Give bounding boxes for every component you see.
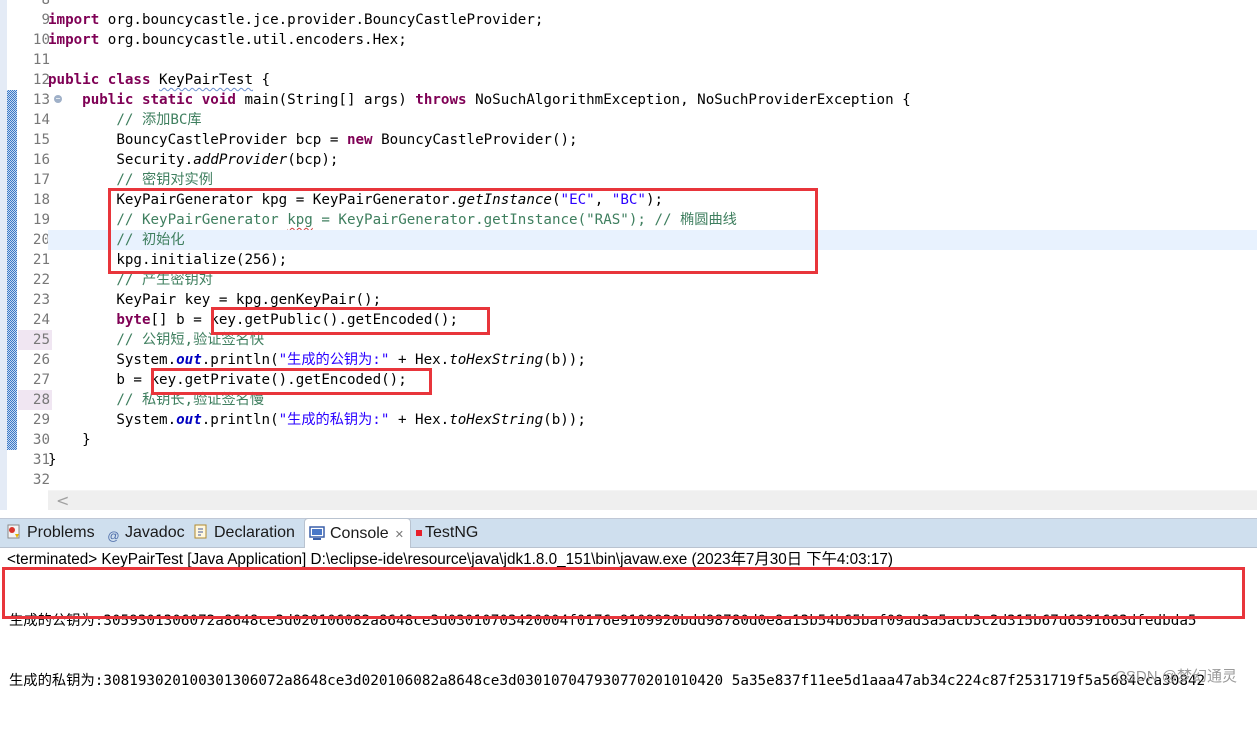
tab-javadoc[interactable]: @ Javadoc — [107, 519, 184, 547]
line-number: 26 — [7, 350, 52, 370]
console-output[interactable]: 生成的公钥为:3059301306072a8648ce3d020106082a8… — [9, 571, 1205, 731]
code-line-26: System.out.println("生成的公钥为:" + Hex.toHex… — [116, 352, 586, 368]
line-number: 20 — [7, 230, 52, 250]
code-line-20-current: // 初始化 — [48, 230, 1257, 250]
line-number: 28 — [7, 390, 52, 410]
line-number: 22 — [7, 270, 52, 290]
code-line-31: } — [48, 452, 57, 468]
line-number: 17 — [7, 170, 52, 190]
spelling-warning: kpg — [287, 212, 313, 228]
problems-icon — [6, 522, 22, 539]
tab-declaration[interactable]: Declaration — [193, 519, 295, 547]
code-line-29: System.out.println("生成的私钥为:" + Hex.toHex… — [116, 412, 586, 428]
line-number: 18 — [7, 190, 52, 210]
code-line-9: import org.bouncycastle.jce.provider.Bou… — [48, 12, 544, 28]
line-number: 11 — [32, 52, 50, 68]
panel-tab-bar: Problems @ Javadoc Declaration Console ✕ T… — [0, 518, 1257, 548]
code-line-14: // 添加BC库 — [116, 112, 202, 128]
class-name-warning: KeyPairTest — [159, 72, 254, 88]
line-number: 13− — [7, 90, 62, 110]
code-line-19: // KeyPairGenerator kpg = KeyPairGenerat… — [116, 212, 737, 228]
line-number: 10 — [32, 32, 50, 48]
scroll-left-icon[interactable]: < — [56, 491, 69, 511]
close-console-icon[interactable]: ✕ — [395, 529, 404, 541]
line-number: 30 — [7, 430, 52, 450]
code-line-13: public static void main(String[] args) t… — [82, 92, 911, 108]
horizontal-scrollbar[interactable]: < — [48, 490, 1257, 511]
line-number: 14 — [7, 110, 52, 130]
line-number: 21 — [7, 250, 52, 270]
code-editor[interactable]: 8 9 10 11 12 13−14 15 16 17 18 19 20 21 22 23 24 25 26 27 2… — [7, 0, 1257, 511]
code-line-12: public class KeyPairTest { — [48, 72, 271, 88]
code-line-16: Security.addProvider(bcp); — [116, 152, 339, 168]
line-number: 25 — [7, 330, 52, 350]
line-number: 32 — [32, 472, 50, 488]
code-area[interactable]: import org.bouncycastle.jce.provider.Bou… — [48, 0, 1257, 490]
console-output-line: 生成的私钥为:308193020100301306072a8648ce3d020… — [9, 673, 1206, 689]
declaration-icon — [193, 522, 209, 539]
code-line-22: // 产生密钥对 — [116, 272, 213, 288]
code-line-17: // 密钥对实例 — [116, 172, 213, 188]
console-status: <terminated> KeyPairTest [Java Applicati… — [7, 551, 894, 568]
testng-icon — [416, 530, 422, 536]
line-number: 31 — [32, 452, 50, 468]
line-number: 19 — [7, 210, 52, 230]
console-output-line: 生成的公钥为:3059301306072a8648ce3d020106082a8… — [9, 613, 1197, 629]
tab-console[interactable]: Console ✕ — [304, 518, 411, 548]
line-number: 12 — [32, 72, 50, 88]
console-icon — [309, 522, 325, 540]
code-line-27: b = key.getPrivate().getEncoded(); — [116, 372, 407, 388]
line-number: 8 — [41, 0, 50, 8]
code-line-25: // 公钥短,验证签名快 — [116, 332, 265, 348]
code-line-24: byte[] b = key.getPublic().getEncoded(); — [116, 312, 459, 328]
code-line-18: KeyPairGenerator kpg = KeyPairGenerator.… — [116, 192, 664, 208]
watermark: CSDN @梦幻通灵 — [1115, 668, 1237, 685]
line-number-gutter: 8 9 10 11 12 13−14 15 16 17 18 19 20 21 22 23 24 25 26 27 2… — [7, 0, 62, 490]
line-number: 24 — [7, 310, 52, 330]
line-number: 15 — [7, 130, 52, 150]
code-line-21: kpg.initialize(256); — [116, 252, 288, 268]
line-number: 16 — [7, 150, 52, 170]
tab-problems[interactable]: Problems — [6, 519, 95, 547]
line-number: 29 — [7, 410, 52, 430]
left-trim — [0, 0, 7, 510]
tab-testng[interactable]: TestNG — [416, 519, 478, 547]
code-line-23: KeyPair key = kpg.genKeyPair(); — [116, 292, 382, 308]
bottom-panel: Problems @ Javadoc Declaration Console ✕ T… — [0, 510, 1257, 693]
line-number: 9 — [41, 12, 50, 28]
code-line-30: } — [82, 432, 91, 448]
javadoc-icon: @ — [107, 529, 120, 543]
code-line-10: import org.bouncycastle.util.encoders.He… — [48, 32, 407, 48]
code-line-28: // 私钥长,验证签名慢 — [116, 392, 265, 408]
line-number: 23 — [7, 290, 52, 310]
line-number: 27 — [7, 370, 52, 390]
code-line-15: BouncyCastleProvider bcp = new BouncyCas… — [116, 132, 578, 148]
